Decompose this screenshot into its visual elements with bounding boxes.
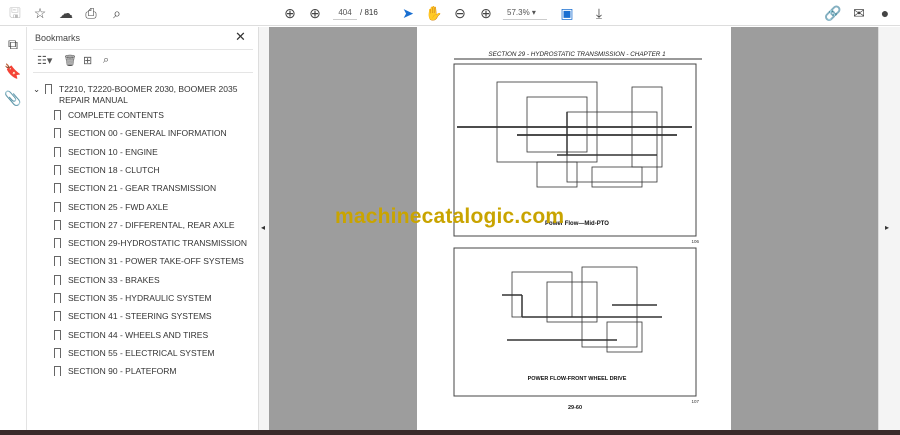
print-icon[interactable]: ⎙ [82,4,100,22]
bookmark-icon [54,366,61,377]
page-thumbnails-icon[interactable]: ⧉ [4,35,22,53]
bookmark-label: SECTION 41 - STEERING SYSTEMS [68,311,212,322]
figure-107-number: 107 [691,399,699,404]
page-total: / 816 [360,8,378,17]
bookmark-label: SECTION 18 - CLUTCH [68,164,160,175]
left-rail: ⧉ 🔖 📎 [0,27,27,435]
watermark: machinecatalogic.com [335,205,565,228]
bookmarks-panel: Bookmarks ✕ ☷▾ 🗑 ⊞ ⌕ ⌄ T2210, T2220-BOOM… [27,27,258,435]
bookmark-icon[interactable]: 🔖 [4,62,22,80]
figure-106-diagram [457,81,692,188]
bookmark-icon [54,256,61,267]
zoom-in-icon[interactable]: ⊕ [477,4,495,22]
bookmarks-toolbar: ☷▾ 🗑 ⊞ ⌕ [33,49,253,73]
bookmark-icon [54,293,61,303]
bookmark-icon [54,183,61,194]
zoom-out-icon[interactable]: ⊖ [451,4,469,22]
bookmark-icon [54,238,61,249]
zoom-select[interactable]: 57.3% ▾ [503,6,547,20]
zoom-value: 57.3% [507,8,530,17]
previous-page-icon[interactable]: ⊕ [281,4,299,22]
page-fit-icon[interactable]: ▣ [558,4,576,22]
panel-splitter[interactable]: ◂ [258,27,269,435]
scroll-mode-icon[interactable]: ⤓ [590,4,608,22]
bookmark-icon [54,128,61,139]
collapse-panel-icon[interactable]: ◂ [261,223,265,232]
toolbar: 🖫 ☆ ☁ ⎙ ⌕ ⊕ ⊕ 404 / 816 ➤ ✋ ⊖ ⊕ 57.3% ▾ … [0,0,900,26]
options-menu-icon[interactable]: ☷▾ [37,54,52,67]
bookmark-label: REPAIR MANUAL [59,95,128,105]
bookmark-label: SECTION 21 - GEAR TRANSMISSION [68,183,217,194]
bookmark-label: SECTION 55 - ELECTRICAL SYSTEM [68,347,215,358]
bookmark-label: SECTION 31 - POWER TAKE-OFF SYSTEMS [68,256,244,267]
bookmark-label: SECTION 35 - HYDRAULIC SYSTEM [68,293,212,303]
bookmark-icon [54,164,61,175]
taskbar-edge [0,430,900,435]
star-icon[interactable]: ☆ [31,4,49,22]
bookmark-label: SECTION 33 - BRAKES [68,274,160,285]
bookmark-icon [54,110,61,120]
bookmark-icon [54,274,61,285]
chevron-down-icon[interactable]: ⌄ [33,84,40,95]
attachment-icon[interactable]: 📎 [4,89,22,107]
bookmark-icon [45,84,52,94]
bookmark-icon [54,201,61,212]
email-icon[interactable]: ✉ [850,4,868,22]
bookmark-label: SECTION 27 - DIFFERENTAL, REAR AXLE [68,219,235,230]
expand-panel-icon[interactable]: ▸ [885,223,889,232]
bookmark-label: SECTION 10 - ENGINE [68,146,158,157]
bookmarks-title: Bookmarks [35,33,81,43]
bookmark-label: SECTION 00 - GENERAL INFORMATION [68,128,227,139]
add-bookmark-icon[interactable]: ⊞ [83,54,92,67]
find-bookmark-icon[interactable]: ⌕ [103,54,109,67]
page-number: 29-60 [568,405,582,411]
delete-icon[interactable]: 🗑 [63,54,77,67]
next-page-icon[interactable]: ⊕ [306,4,324,22]
bookmark-label: COMPLETE CONTENTS [68,110,164,120]
upload-cloud-icon[interactable]: ☁ [57,4,75,22]
bookmark-label: T2210, T2220-BOOMER 2030, BOOMER 2035 [59,84,238,94]
bookmark-icon [54,311,61,322]
bookmark-label: SECTION 90 - PLATEFORM [68,366,177,377]
hand-tool-icon[interactable]: ✋ [425,4,443,22]
bookmark-label: SECTION 25 - FWD AXLE [68,201,169,212]
bookmark-label: SECTION 29-HYDROSTATIC TRANSMISSION [68,238,247,249]
close-icon[interactable]: ✕ [235,29,246,45]
figure-107-diagram [502,266,662,353]
account-icon[interactable]: ● [876,4,894,22]
select-cursor-icon[interactable]: ➤ [399,4,417,22]
right-panel-toggle[interactable]: ▸ [878,27,900,430]
figure-107-caption: POWER FLOW-FRONT WHEEL DRIVE [528,376,627,382]
bookmark-label: SECTION 44 - WHEELS AND TIRES [68,329,209,340]
bookmark-icon [54,219,61,230]
search-icon[interactable]: ⌕ [108,4,126,22]
bookmark-icon [54,329,61,340]
share-link-icon[interactable]: 🔗 [824,4,842,22]
bookmark-icon [54,146,61,157]
bookmark-icon [54,347,61,358]
figure-106-number: 106 [691,239,699,244]
page-header: SECTION 29 - HYDROSTATIC TRANSMISSION - … [488,51,665,58]
save-icon[interactable]: 🖫 [6,4,24,22]
page-number-input[interactable]: 404 [333,6,357,20]
